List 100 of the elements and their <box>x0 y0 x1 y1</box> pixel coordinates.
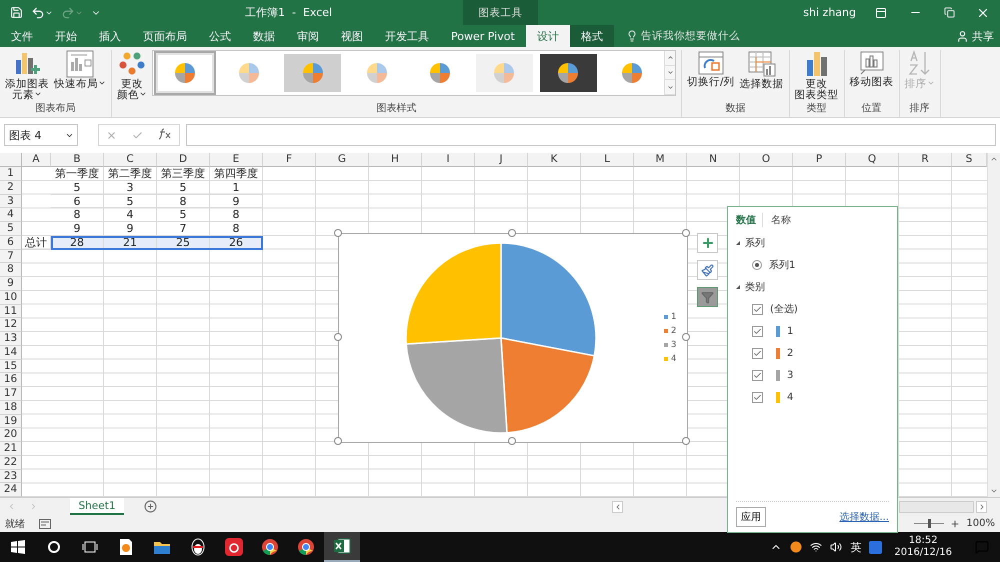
checkbox[interactable] <box>752 348 763 358</box>
add-sheet-button[interactable] <box>144 498 157 515</box>
row-header[interactable]: 8 <box>0 263 22 277</box>
zoom-in-icon[interactable] <box>950 518 960 528</box>
row-header[interactable]: 4 <box>0 208 22 222</box>
ribbon-tab[interactable]: 文件 <box>0 25 44 47</box>
ribbon-button[interactable]: 选择数据 <box>738 50 786 90</box>
ribbon-tab[interactable]: 公式 <box>198 25 242 47</box>
input-language[interactable]: 英 <box>850 540 862 554</box>
ribbon-tab[interactable]: 视图 <box>330 25 374 47</box>
ribbon-tab[interactable]: 格式 <box>570 25 614 47</box>
column-header[interactable]: F <box>263 153 316 167</box>
row-header[interactable]: 7 <box>0 250 22 264</box>
column-header[interactable]: R <box>899 153 952 167</box>
column-header[interactable]: C <box>104 153 157 167</box>
ribbon-tab[interactable]: 开发工具 <box>374 25 440 47</box>
sheet-tab[interactable]: Sheet1 <box>70 498 124 515</box>
tray-app-icon[interactable] <box>869 540 882 554</box>
gallery-more-button[interactable] <box>665 80 675 96</box>
ribbon-button[interactable]: 更改 图表类型 <box>792 50 841 101</box>
column-header[interactable]: N <box>687 153 740 167</box>
ribbon-tab[interactable]: 数据 <box>242 25 286 47</box>
ribbon-tab[interactable]: 审阅 <box>286 25 330 47</box>
column-header[interactable]: B <box>51 153 104 167</box>
column-header[interactable]: G <box>316 153 369 167</box>
row-header[interactable]: 21 <box>0 442 22 456</box>
column-header[interactable]: E <box>210 153 263 167</box>
resize-handle[interactable] <box>508 229 516 237</box>
tell-me-button[interactable]: 告诉我你想要做什么 <box>620 25 746 47</box>
column-header[interactable]: I <box>422 153 475 167</box>
ribbon-button[interactable]: 更改 颜色 <box>115 50 149 101</box>
select-data-link[interactable]: 选择数据... <box>839 510 889 524</box>
pane-tab[interactable]: 名称 <box>771 213 797 227</box>
apply-button[interactable]: 应用 <box>736 507 766 527</box>
chart-tool-button[interactable] <box>697 260 718 280</box>
row-header[interactable]: 19 <box>0 414 22 428</box>
row-header[interactable]: 14 <box>0 346 22 360</box>
zoom-slider-thumb[interactable] <box>928 519 931 528</box>
ribbon-tab[interactable]: 设计 <box>526 25 570 47</box>
ribbon-button[interactable]: 移动图表 <box>848 50 896 88</box>
macro-record-icon[interactable] <box>39 518 51 528</box>
share-button[interactable]: 共享 <box>950 25 1000 47</box>
row-header[interactable]: 24 <box>0 483 22 497</box>
checkbox[interactable] <box>752 304 763 314</box>
ribbon-tab[interactable]: 开始 <box>44 25 88 47</box>
resize-handle[interactable] <box>334 437 342 445</box>
row-header[interactable]: 2 <box>0 180 22 194</box>
resize-handle[interactable] <box>508 437 516 445</box>
row-header[interactable]: 10 <box>0 290 22 304</box>
row-header[interactable]: 13 <box>0 332 22 346</box>
row-header[interactable]: 18 <box>0 400 22 414</box>
tray-app-icon[interactable] <box>790 541 802 553</box>
column-header[interactable]: H <box>369 153 422 167</box>
column-header[interactable]: S <box>952 153 987 167</box>
column-header[interactable]: Q <box>846 153 899 167</box>
ribbon-tab[interactable]: Power Pivot <box>440 25 526 47</box>
row-header[interactable]: 3 <box>0 194 22 208</box>
name-box[interactable]: 图表 4 <box>4 124 78 146</box>
formula-input[interactable] <box>186 124 996 146</box>
ribbon-tab[interactable]: 插入 <box>88 25 132 47</box>
checkbox[interactable] <box>752 392 763 402</box>
ribbon-button[interactable]: 切换行/列 <box>685 50 737 88</box>
radio-button[interactable] <box>752 260 762 270</box>
chart-tool-button[interactable] <box>697 233 718 253</box>
row-header[interactable]: 17 <box>0 387 22 401</box>
column-header[interactable]: J <box>475 153 528 167</box>
resize-handle[interactable] <box>682 229 690 237</box>
row-header[interactable]: 16 <box>0 373 22 387</box>
volume-icon[interactable] <box>830 541 842 553</box>
column-header[interactable]: M <box>634 153 687 167</box>
expand-triangle-icon[interactable] <box>736 241 740 245</box>
resize-handle[interactable] <box>682 333 690 341</box>
column-header[interactable]: L <box>581 153 634 167</box>
row-header[interactable]: 22 <box>0 456 22 470</box>
clock[interactable]: 18:52 2016/12/16 <box>890 535 956 559</box>
row-header[interactable]: 9 <box>0 277 22 291</box>
checkbox[interactable] <box>752 326 763 336</box>
horizontal-scrollbar[interactable] <box>899 500 974 512</box>
ribbon-tab[interactable]: 页面布局 <box>132 25 198 47</box>
row-header[interactable]: 6 <box>0 236 22 250</box>
expand-triangle-icon[interactable] <box>736 285 740 289</box>
row-header[interactable]: 5 <box>0 222 22 236</box>
row-header[interactable]: 23 <box>0 470 22 484</box>
ribbon-button[interactable]: 添加图表 元素 <box>3 50 51 101</box>
resize-handle[interactable] <box>682 437 690 445</box>
row-header[interactable]: 20 <box>0 428 22 442</box>
resize-handle[interactable] <box>334 333 342 341</box>
taskbar-app-button[interactable] <box>324 532 360 562</box>
column-header[interactable]: P <box>793 153 846 167</box>
row-header[interactable]: 1 <box>0 167 22 181</box>
column-header[interactable]: O <box>740 153 793 167</box>
ribbon-button[interactable]: 快速布局 <box>52 50 108 90</box>
column-header[interactable]: K <box>528 153 581 167</box>
chart-style-thumbnail[interactable] <box>154 51 216 95</box>
row-header[interactable]: 15 <box>0 360 22 374</box>
row-header[interactable]: 11 <box>0 304 22 318</box>
zoom-slider[interactable] <box>914 519 944 528</box>
column-header[interactable]: D <box>157 153 210 167</box>
gallery-up-button[interactable] <box>665 51 675 66</box>
checkbox[interactable] <box>752 370 763 380</box>
